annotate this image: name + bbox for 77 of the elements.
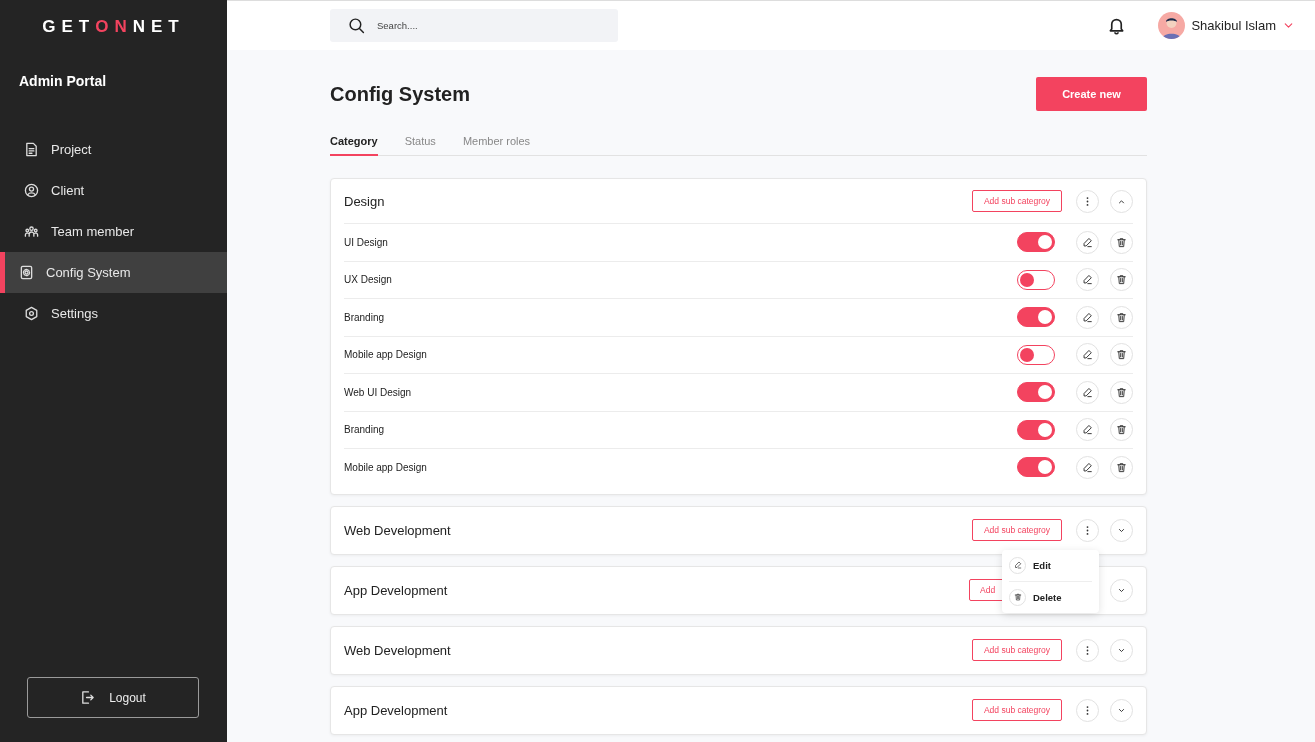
avatar bbox=[1158, 12, 1186, 39]
subcategory-name: Branding bbox=[344, 311, 386, 323]
page-title: Config System bbox=[330, 82, 471, 106]
pencil-icon bbox=[1082, 386, 1093, 398]
subcategory-name: UI Design bbox=[344, 236, 389, 248]
tab[interactable]: Status bbox=[404, 131, 436, 156]
delete-button[interactable] bbox=[1110, 380, 1133, 404]
pencil-icon bbox=[1082, 236, 1093, 248]
trash-icon bbox=[1116, 236, 1127, 248]
category-title: Web Development bbox=[344, 522, 452, 538]
category-title: Web Development bbox=[344, 642, 452, 658]
user-name[interactable]: Shakibul Islam bbox=[1191, 18, 1276, 33]
toggle-switch[interactable] bbox=[1017, 232, 1055, 253]
toggle-switch[interactable] bbox=[1017, 419, 1055, 440]
subcategory-name: Web UI Design bbox=[344, 386, 413, 398]
category-title: App Development bbox=[344, 582, 449, 598]
edit-button[interactable] bbox=[1076, 455, 1099, 479]
add-subcategory-button[interactable]: Add sub categroy bbox=[972, 190, 1062, 212]
logout-button[interactable]: Logout bbox=[27, 677, 199, 718]
edit-button[interactable] bbox=[1076, 305, 1099, 329]
menu-item[interactable]: Edit bbox=[1009, 549, 1092, 582]
edit-button[interactable] bbox=[1076, 268, 1099, 292]
add-subcategory-button[interactable]: Add sub categroy bbox=[972, 699, 1062, 721]
delete-button[interactable] bbox=[1110, 268, 1133, 292]
subcategory-name: Mobile app Design bbox=[344, 349, 428, 361]
delete-button[interactable] bbox=[1110, 343, 1133, 367]
portal-title: Admin Portal bbox=[19, 73, 108, 89]
pencil-icon bbox=[1082, 311, 1093, 323]
search-field[interactable]: Search.... bbox=[330, 9, 618, 42]
menu-item[interactable]: Delete bbox=[1009, 581, 1092, 613]
delete-button[interactable] bbox=[1110, 455, 1133, 479]
trash-icon bbox=[1116, 311, 1127, 323]
delete-button[interactable] bbox=[1110, 230, 1133, 254]
settings-icon bbox=[24, 306, 39, 321]
pencil-icon bbox=[1082, 424, 1093, 436]
config-icon bbox=[19, 265, 34, 280]
pencil-icon bbox=[1082, 461, 1093, 473]
trash-icon bbox=[1116, 274, 1127, 286]
logout-icon bbox=[80, 690, 96, 705]
trash-icon bbox=[1116, 424, 1127, 436]
trash-icon bbox=[1013, 593, 1022, 601]
edit-button[interactable] bbox=[1076, 418, 1099, 442]
user-icon bbox=[24, 183, 39, 198]
search-icon bbox=[348, 17, 365, 34]
sidebar-item[interactable]: Config System bbox=[0, 252, 227, 293]
edit-button[interactable] bbox=[1076, 230, 1099, 254]
toggle-switch[interactable] bbox=[1017, 344, 1055, 365]
trash-icon bbox=[1116, 386, 1127, 398]
subcategory-name: Mobile app Design bbox=[344, 461, 428, 473]
sidebar-item[interactable]: Team member bbox=[0, 211, 227, 252]
add-subcategory-button[interactable]: Add sub categroy bbox=[972, 519, 1062, 541]
sidebar-item[interactable]: Client bbox=[0, 170, 227, 211]
subcategory-name: Branding bbox=[344, 424, 386, 436]
subcategory-name: UX Design bbox=[344, 274, 393, 286]
edit-button[interactable] bbox=[1076, 380, 1099, 404]
pencil-icon bbox=[1082, 274, 1093, 286]
tab[interactable]: Category bbox=[330, 131, 378, 156]
sidebar-item[interactable]: Project bbox=[0, 129, 227, 170]
trash-icon bbox=[1116, 349, 1127, 361]
logo: GET ON NET bbox=[41, 16, 186, 37]
edit-button[interactable] bbox=[1076, 343, 1099, 367]
add-subcategory-button[interactable]: Add sub categroy bbox=[972, 639, 1062, 661]
category-title: App Development bbox=[344, 702, 449, 718]
toggle-switch[interactable] bbox=[1017, 269, 1055, 290]
document-icon bbox=[24, 142, 39, 157]
toggle-switch[interactable] bbox=[1017, 307, 1055, 328]
sidebar-item[interactable]: Settings bbox=[0, 293, 227, 334]
delete-button[interactable] bbox=[1110, 305, 1133, 329]
toggle-switch[interactable] bbox=[1017, 382, 1055, 403]
team-icon bbox=[24, 224, 39, 239]
pencil-icon bbox=[1013, 561, 1022, 569]
trash-icon bbox=[1116, 461, 1127, 473]
create-new-button[interactable]: Create new bbox=[1036, 77, 1147, 111]
category-title: Design bbox=[344, 193, 386, 209]
delete-button[interactable] bbox=[1110, 418, 1133, 442]
pencil-icon bbox=[1082, 349, 1093, 361]
toggle-switch[interactable] bbox=[1017, 457, 1055, 478]
